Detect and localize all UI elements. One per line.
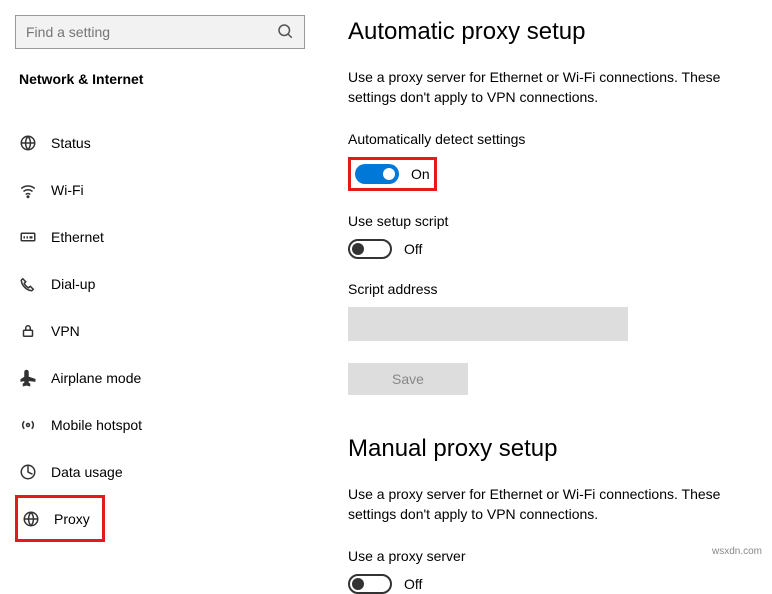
use-proxy-toggle[interactable] [348, 574, 392, 594]
vpn-icon [19, 322, 51, 340]
search-input[interactable] [26, 24, 276, 40]
sidebar-item-datausage[interactable]: Data usage [15, 448, 310, 495]
search-box[interactable] [15, 15, 305, 49]
script-toggle-state: Off [404, 241, 422, 257]
script-toggle[interactable] [348, 239, 392, 259]
hotspot-icon [19, 416, 51, 434]
sidebar-item-proxy[interactable]: Proxy [15, 495, 105, 542]
proxy-icon [22, 510, 54, 528]
sidebar-item-wifi[interactable]: Wi-Fi [15, 166, 310, 213]
sidebar-item-ethernet[interactable]: Ethernet [15, 213, 310, 260]
sidebar-item-label: Dial-up [51, 276, 95, 292]
status-icon [19, 134, 51, 152]
use-proxy-label: Use a proxy server [348, 548, 772, 564]
use-proxy-toggle-state: Off [404, 576, 422, 592]
section-title: Network & Internet [15, 71, 310, 87]
detect-label: Automatically detect settings [348, 131, 772, 147]
auto-heading: Automatic proxy setup [348, 18, 772, 46]
dialup-icon [19, 275, 51, 293]
sidebar-item-label: Wi-Fi [51, 182, 84, 198]
sidebar-item-airplane[interactable]: Airplane mode [15, 354, 310, 401]
sidebar-item-label: Mobile hotspot [51, 417, 142, 433]
manual-desc: Use a proxy server for Ethernet or Wi-Fi… [348, 485, 772, 524]
ethernet-icon [19, 228, 51, 246]
search-icon [276, 22, 294, 43]
sidebar-item-label: Airplane mode [51, 370, 141, 386]
sidebar-item-label: VPN [51, 323, 80, 339]
airplane-icon [19, 369, 51, 387]
detect-toggle[interactable] [355, 164, 399, 184]
detect-toggle-state: On [411, 166, 430, 182]
sidebar-item-label: Proxy [54, 511, 90, 527]
address-label: Script address [348, 281, 772, 297]
sidebar-item-dialup[interactable]: Dial-up [15, 260, 310, 307]
sidebar-item-hotspot[interactable]: Mobile hotspot [15, 401, 310, 448]
sidebar-item-label: Status [51, 135, 91, 151]
sidebar-item-vpn[interactable]: VPN [15, 307, 310, 354]
data-usage-icon [19, 463, 51, 481]
watermark: wsxdn.com [712, 546, 762, 557]
save-button[interactable]: Save [348, 363, 468, 395]
wifi-icon [19, 181, 51, 199]
sidebar-item-label: Data usage [51, 464, 123, 480]
script-address-input[interactable] [348, 307, 628, 341]
auto-desc: Use a proxy server for Ethernet or Wi-Fi… [348, 68, 772, 107]
sidebar-item-label: Ethernet [51, 229, 104, 245]
sidebar-item-status[interactable]: Status [15, 119, 310, 166]
manual-heading: Manual proxy setup [348, 435, 772, 463]
script-label: Use setup script [348, 213, 772, 229]
